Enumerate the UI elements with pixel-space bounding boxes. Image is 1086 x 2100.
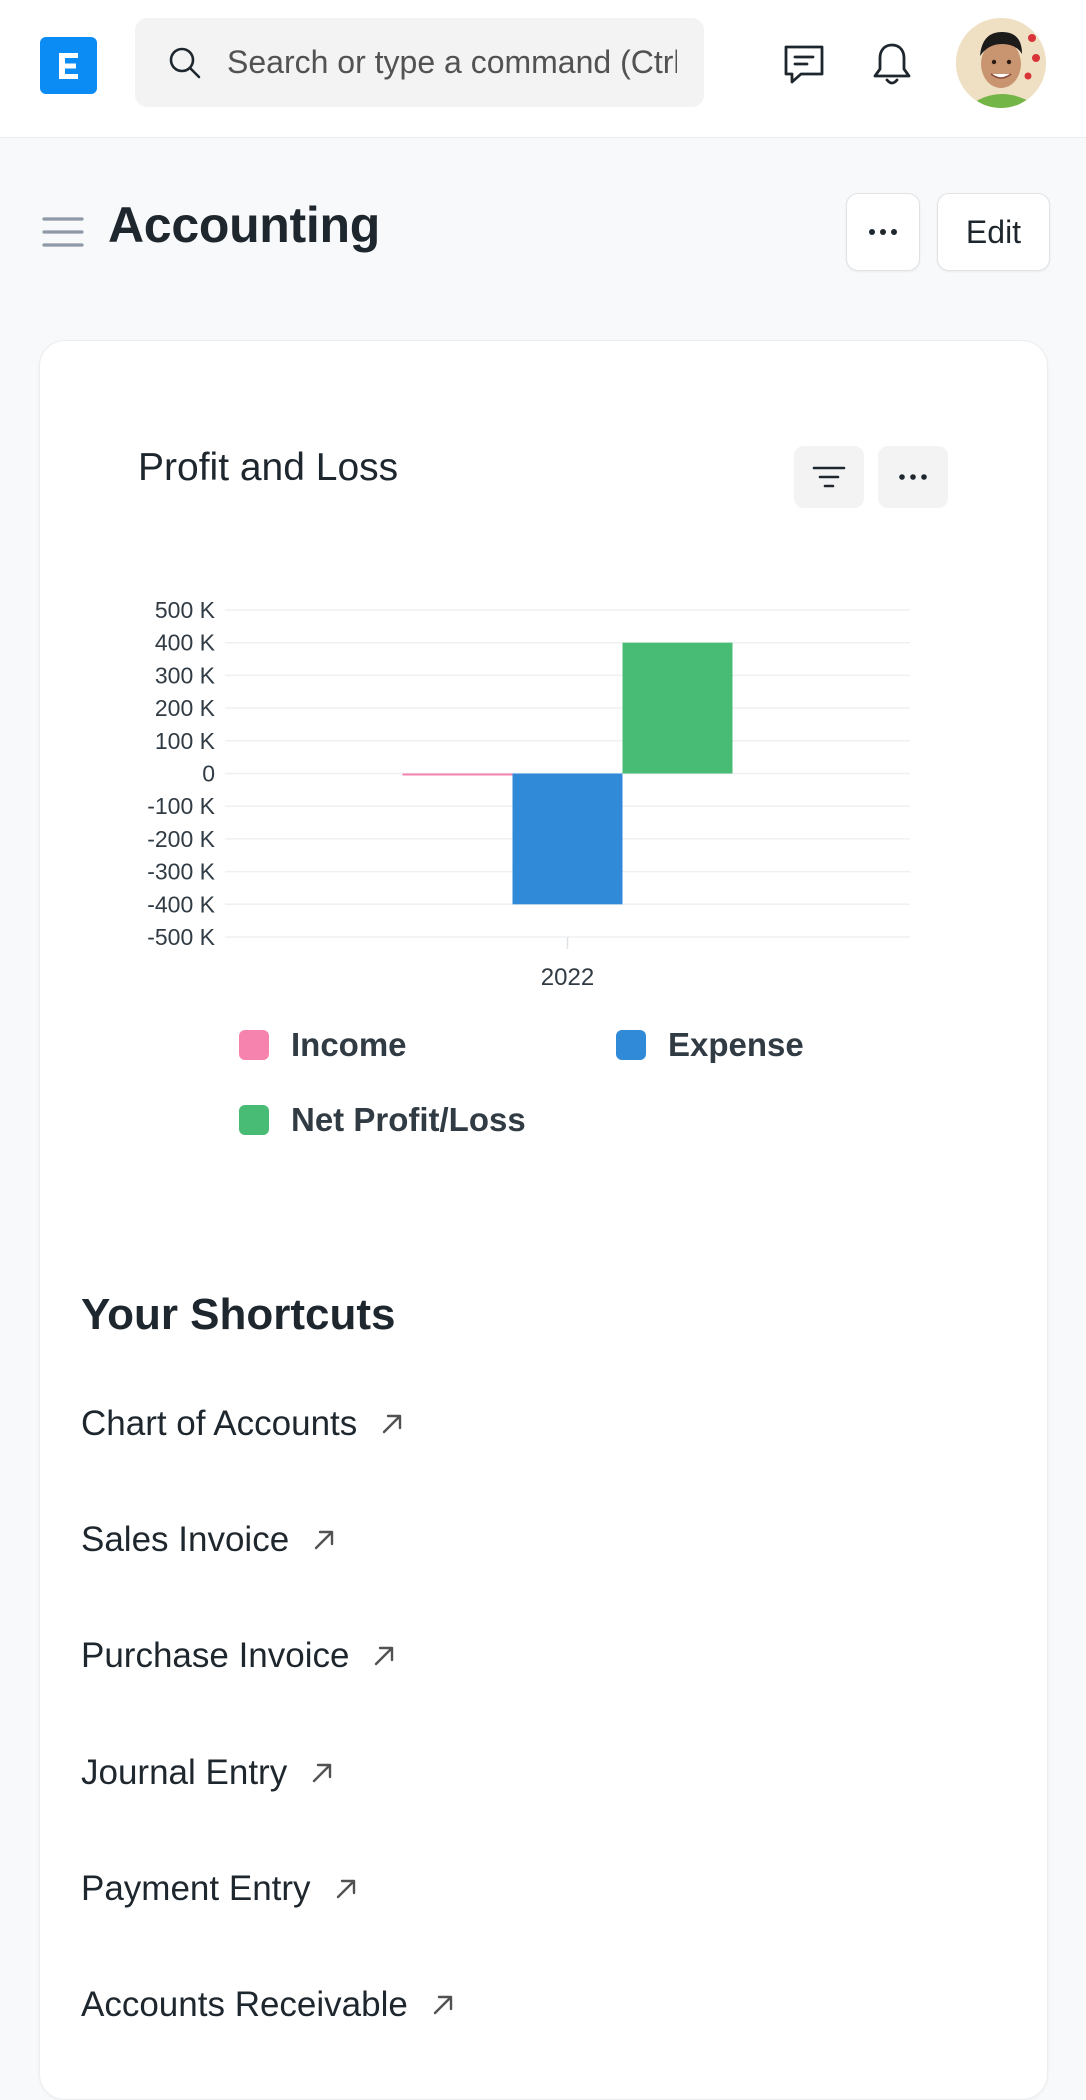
shortcut-chart-of-accounts[interactable]: Chart of Accounts xyxy=(81,1399,405,1449)
more-dots-icon xyxy=(869,229,897,235)
bar-expense xyxy=(512,773,623,905)
y-tick-label: 100 K xyxy=(155,728,216,754)
logo-e-icon xyxy=(58,52,78,79)
y-tick-label: -300 K xyxy=(147,859,215,885)
shortcut-label: Payment Entry xyxy=(81,1869,311,1908)
arrow-up-right-icon xyxy=(309,1760,335,1786)
shortcut-label: Journal Entry xyxy=(81,1753,288,1792)
x-tick-label: 2022 xyxy=(541,964,594,991)
search-icon xyxy=(169,47,201,78)
shortcut-sales-invoice[interactable]: Sales Invoice xyxy=(81,1515,337,1565)
y-tick-label: 300 K xyxy=(155,662,216,688)
shortcut-label: Chart of Accounts xyxy=(81,1404,358,1443)
app-logo[interactable] xyxy=(40,37,97,94)
legend-swatch xyxy=(239,1105,269,1135)
shortcuts-title: Your Shortcuts xyxy=(81,1290,396,1339)
shortcut-label: Accounts Receivable xyxy=(81,1985,408,2024)
top-navbar xyxy=(0,0,1086,138)
shortcut-label: Purchase Invoice xyxy=(81,1636,350,1675)
user-avatar[interactable] xyxy=(956,18,1046,108)
y-tick-label: -200 K xyxy=(147,826,215,852)
shortcut-journal-entry[interactable]: Journal Entry xyxy=(81,1748,335,1798)
search-bar[interactable] xyxy=(135,18,704,107)
chart-title: Profit and Loss xyxy=(138,446,399,489)
legend-item-net-profit-loss: Net Profit/Loss xyxy=(239,1101,526,1139)
legend-label: Net Profit/Loss xyxy=(291,1101,526,1138)
arrow-up-right-icon xyxy=(430,1992,456,2018)
chart-filter-button[interactable] xyxy=(794,446,864,508)
arrow-up-right-icon xyxy=(311,1527,337,1553)
shortcut-label: Sales Invoice xyxy=(81,1520,290,1559)
legend-label: Expense xyxy=(668,1026,804,1063)
y-tick-label: -400 K xyxy=(147,891,215,917)
y-tick-label: 500 K xyxy=(155,597,216,623)
profit-loss-chart: 500 K 400 K 300 K 200 K 100 K 0 -100 K -200 K -3… xyxy=(147,597,910,991)
legend-item-expense: Expense xyxy=(616,1026,804,1064)
legend-swatch xyxy=(616,1030,646,1060)
notification-bell-icon[interactable] xyxy=(866,38,918,90)
shortcut-purchase-invoice[interactable]: Purchase Invoice xyxy=(81,1631,397,1681)
legend-item-income: Income xyxy=(239,1026,407,1064)
y-tick-label: -500 K xyxy=(147,924,215,950)
filter-icon xyxy=(812,466,846,488)
sidebar-toggle-icon[interactable] xyxy=(42,215,84,249)
shortcut-payment-entry[interactable]: Payment Entry xyxy=(81,1864,359,1914)
edit-button[interactable]: Edit xyxy=(937,193,1050,271)
page-title: Accounting xyxy=(108,197,380,253)
arrow-up-right-icon xyxy=(371,1643,397,1669)
y-tick-label: 200 K xyxy=(155,695,216,721)
chart-more-button[interactable] xyxy=(878,446,948,508)
page-more-button[interactable] xyxy=(846,193,920,271)
shortcut-accounts-receivable[interactable]: Accounts Receivable xyxy=(81,1980,456,2030)
search-input[interactable] xyxy=(227,42,677,83)
y-tick-label: 0 xyxy=(202,761,215,787)
y-tick-label: 400 K xyxy=(155,630,216,656)
arrow-up-right-icon xyxy=(333,1876,359,1902)
legend-swatch xyxy=(239,1030,269,1060)
bar-income xyxy=(402,773,513,776)
bar-net-profit-loss xyxy=(622,642,733,774)
more-dots-icon xyxy=(899,474,927,480)
legend-label: Income xyxy=(291,1026,407,1063)
chat-icon[interactable] xyxy=(778,38,830,90)
arrow-up-right-icon xyxy=(379,1411,405,1437)
y-tick-label: -100 K xyxy=(147,793,215,819)
